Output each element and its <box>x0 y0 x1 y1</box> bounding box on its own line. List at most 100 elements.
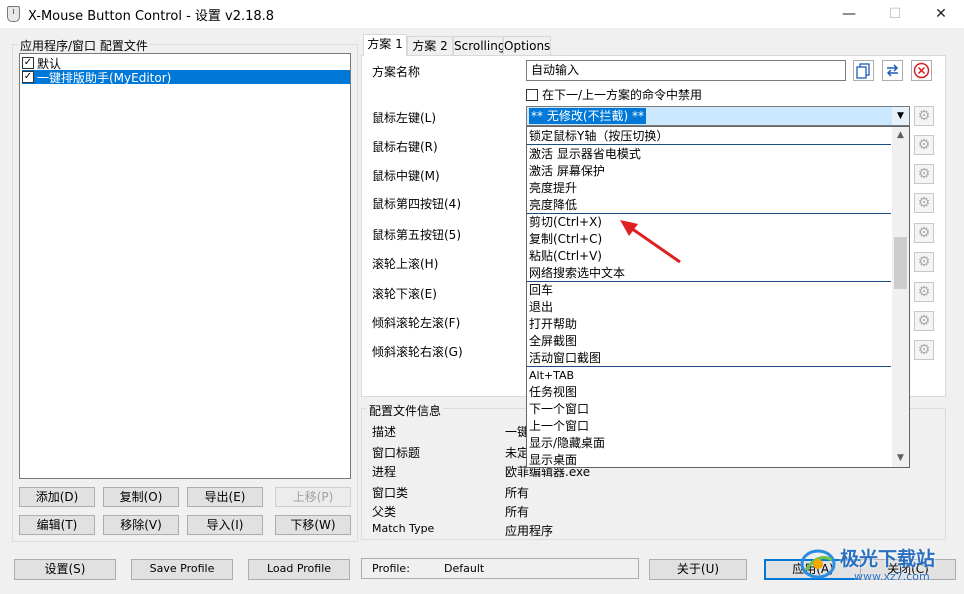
load-profile-button[interactable]: Load Profile <box>248 559 350 580</box>
tab-scrolling[interactable]: Scrolling <box>453 36 505 55</box>
swap-scheme-button[interactable] <box>882 60 903 81</box>
dropdown-item[interactable]: 剪切(Ctrl+X) <box>527 214 891 231</box>
info-label: 描述 <box>372 425 397 439</box>
clear-scheme-button[interactable] <box>911 60 932 81</box>
copy-profile-button[interactable]: 复制(O) <box>103 487 179 507</box>
dropdown-item[interactable]: 上一个窗口 <box>527 418 891 435</box>
delete-circle-icon <box>913 62 930 79</box>
selected-action: ** 无修改(不拦截) ** <box>529 108 646 124</box>
profile-status-value: Default <box>444 562 485 575</box>
gear-icon[interactable]: ⚙ <box>914 282 934 302</box>
disable-in-scheme-label: 在下一/上一方案的命令中禁用 <box>542 88 703 102</box>
gear-icon[interactable]: ⚙ <box>914 223 934 243</box>
watermark-url: www.xz7.com <box>854 570 930 583</box>
dropdown-item[interactable]: 亮度提升 <box>527 180 891 197</box>
left-button-action-select[interactable]: ** 无修改(不拦截) ** ▼ <box>526 106 910 126</box>
profile-item-myeditor[interactable]: ✓ 一键排版助手(MyEditor) <box>22 70 350 85</box>
gear-icon[interactable]: ⚙ <box>914 135 934 155</box>
profile-checkbox[interactable]: ✓ <box>22 71 34 83</box>
gear-icon[interactable]: ⚙ <box>914 252 934 272</box>
gear-icon[interactable]: ⚙ <box>914 311 934 331</box>
edit-profile-button[interactable]: 编辑(T) <box>19 515 95 535</box>
tab-scheme-1[interactable]: 方案 1 <box>363 34 407 56</box>
dropdown-item[interactable]: 激活 屏幕保护 <box>527 163 891 180</box>
move-down-button[interactable]: 下移(W) <box>275 515 351 535</box>
scrollbar-thumb[interactable] <box>894 237 907 289</box>
save-profile-button[interactable]: Save Profile <box>131 559 233 580</box>
move-up-button[interactable]: 上移(P) <box>275 487 351 507</box>
profiles-group-title: 应用程序/窗口 配置文件 <box>18 37 150 54</box>
copy-icon <box>856 63 870 79</box>
dropdown-scrollbar[interactable]: ▲ ▼ <box>892 127 909 467</box>
info-label: 进程 <box>372 465 397 479</box>
profile-label: 一键排版助手(MyEditor) <box>37 70 172 85</box>
wheel-down-label: 滚轮下滚(E) <box>372 287 437 301</box>
copy-scheme-button[interactable] <box>853 60 874 81</box>
watermark-brand: 极光下载站 <box>840 548 936 570</box>
dropdown-item[interactable]: 打开帮助 <box>527 316 891 333</box>
gear-icon[interactable]: ⚙ <box>914 164 934 184</box>
settings-button[interactable]: 设置(S) <box>14 559 116 580</box>
profile-info-title: 配置文件信息 <box>367 402 444 419</box>
dropdown-item[interactable]: 激活 显示器省电模式 <box>527 146 891 163</box>
scheme-name-label: 方案名称 <box>372 65 421 79</box>
dropdown-item[interactable]: 回车 <box>527 282 891 299</box>
info-value: 应用程序 <box>505 524 554 538</box>
dropdown-item[interactable]: 任务视图 <box>527 384 891 401</box>
tab-options[interactable]: Options <box>503 36 551 55</box>
dropdown-item[interactable]: 亮度降低 <box>527 197 891 214</box>
mouse-app-icon <box>7 6 20 22</box>
remove-profile-button[interactable]: 移除(V) <box>103 515 179 535</box>
close-window-button[interactable]: ✕ <box>918 0 964 28</box>
scheme-name-input[interactable]: 自动输入 <box>526 60 846 81</box>
info-label: 父类 <box>372 505 397 519</box>
right-button-label: 鼠标右键(R) <box>372 140 438 154</box>
maximize-button[interactable]: ☐ <box>872 0 918 28</box>
action-dropdown-list[interactable]: 锁定鼠标Y轴（按压切换） 激活 显示器省电模式 激活 屏幕保护 亮度提升 亮度降… <box>526 126 910 468</box>
info-value: 所有 <box>505 486 530 500</box>
tilt-left-label: 倾斜滚轮左滚(F) <box>372 316 461 330</box>
dropdown-item[interactable]: 显示/隐藏桌面 <box>527 435 891 452</box>
dropdown-item[interactable]: Alt+TAB <box>527 367 891 384</box>
profile-status-box: Profile: Default <box>361 558 639 579</box>
swap-arrows-icon <box>886 64 899 77</box>
dropdown-item[interactable]: 复制(Ctrl+C) <box>527 231 891 248</box>
scroll-down-arrow-icon[interactable]: ▼ <box>892 450 909 467</box>
button-5-label: 鼠标第五按钮(5) <box>372 228 461 242</box>
gear-icon[interactable]: ⚙ <box>914 340 934 360</box>
left-button-label: 鼠标左键(L) <box>372 111 437 125</box>
profile-checkbox[interactable]: ✓ <box>22 57 34 69</box>
info-label: 窗口标题 <box>372 446 421 460</box>
dropdown-item[interactable]: 退出 <box>527 299 891 316</box>
wheel-up-label: 滚轮上滚(H) <box>372 257 439 271</box>
dropdown-item[interactable]: 下一个窗口 <box>527 401 891 418</box>
info-label: Match Type <box>372 522 435 535</box>
watermark: 极光下载站 www.xz7.com <box>796 540 956 593</box>
minimize-button[interactable]: — <box>826 0 872 28</box>
profiles-listbox[interactable]: ✓ 默认 ✓ 一键排版助手(MyEditor) <box>19 53 351 479</box>
dropdown-item[interactable]: 锁定鼠标Y轴（按压切换） <box>527 128 891 145</box>
disable-in-scheme-checkbox[interactable] <box>526 88 538 101</box>
dropdown-item[interactable]: 网络搜索选中文本 <box>527 265 891 282</box>
dropdown-item[interactable]: 粘贴(Ctrl+V) <box>527 248 891 265</box>
tab-scheme-2[interactable]: 方案 2 <box>407 36 453 55</box>
dropdown-item[interactable]: 活动窗口截图 <box>527 350 891 367</box>
gear-icon[interactable]: ⚙ <box>914 193 934 213</box>
add-profile-button[interactable]: 添加(D) <box>19 487 95 507</box>
window-title: X-Mouse Button Control - 设置 v2.18.8 <box>28 9 275 24</box>
middle-button-label: 鼠标中键(M) <box>372 169 440 183</box>
scroll-up-arrow-icon[interactable]: ▲ <box>892 127 909 144</box>
dropdown-item[interactable]: 显示桌面 <box>527 452 891 467</box>
about-button[interactable]: 关于(U) <box>649 559 747 580</box>
chevron-down-icon[interactable]: ▼ <box>892 107 909 125</box>
button-4-label: 鼠标第四按钮(4) <box>372 197 461 211</box>
import-profile-button[interactable]: 导入(I) <box>187 515 263 535</box>
disable-in-scheme-option[interactable]: 在下一/上一方案的命令中禁用 <box>526 86 702 103</box>
profile-status-label: Profile: <box>372 562 410 575</box>
info-value: 所有 <box>505 505 530 519</box>
tilt-right-label: 倾斜滚轮右滚(G) <box>372 345 463 359</box>
gear-icon[interactable]: ⚙ <box>914 106 934 126</box>
annotation-arrow-icon <box>620 220 681 264</box>
dropdown-item[interactable]: 全屏截图 <box>527 333 891 350</box>
export-profile-button[interactable]: 导出(E) <box>187 487 263 507</box>
